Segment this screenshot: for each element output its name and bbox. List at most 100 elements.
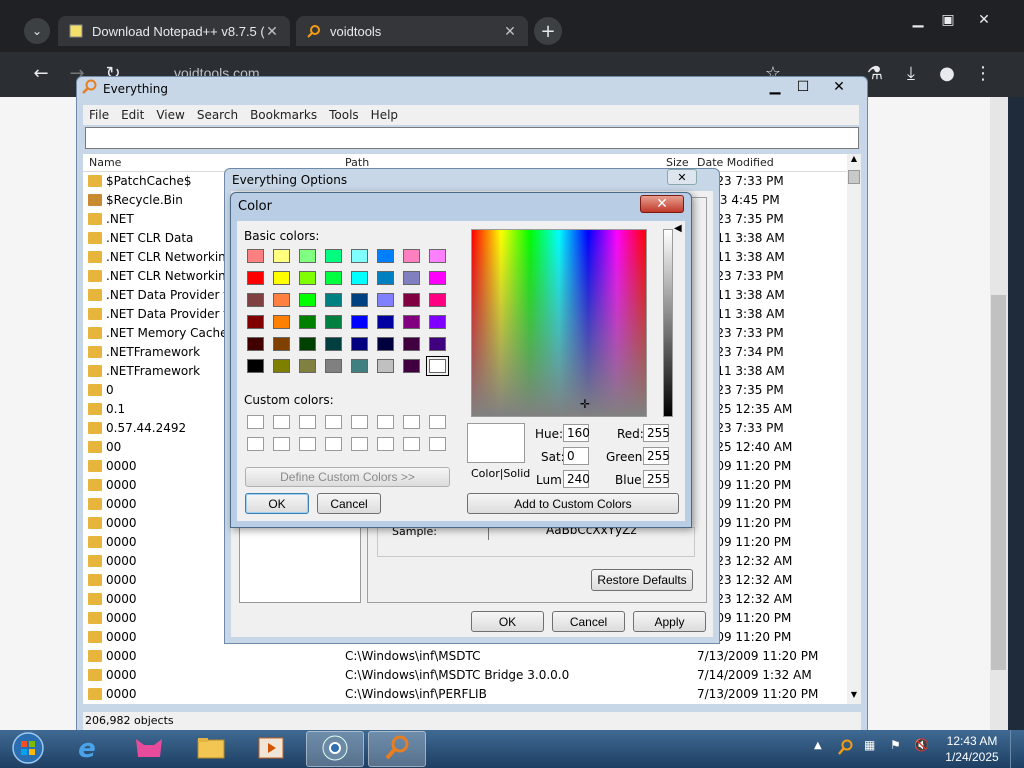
menu-view[interactable]: View [150,108,190,122]
tray-overflow-icon[interactable]: ▲ [814,740,828,758]
profile-button[interactable]: ● [934,60,960,86]
menu-bookmarks[interactable]: Bookmarks [244,108,323,122]
close-icon: ✕ [833,79,845,95]
results-scrollbar[interactable]: ▲ ▼ [847,154,861,704]
custom-color-swatch[interactable] [403,415,420,429]
folder-icon [88,650,102,662]
custom-color-swatch[interactable] [325,415,342,429]
luminosity-slider[interactable] [663,229,673,417]
taskbar-clock[interactable]: 12:43 AM 1/24/2025 [940,733,1004,765]
maximize-button[interactable]: ▣ [934,10,962,30]
blue-field[interactable]: 255 [643,470,670,488]
row-name: .NET [106,212,134,226]
hue-field[interactable]: 160 [563,424,590,442]
column-name[interactable]: Name [89,156,121,169]
lum-field[interactable]: 240 [563,470,590,488]
green-field[interactable]: 255 [643,447,670,465]
tab-close-icon[interactable]: ✕ [502,23,518,40]
color-spectrum[interactable] [471,229,647,417]
custom-color-swatch[interactable] [325,437,342,451]
restore-defaults-button[interactable]: Restore Defaults [591,569,693,591]
tab-close-icon[interactable]: ✕ [264,23,280,40]
row-name: .NETFramework [106,364,201,378]
custom-color-swatch[interactable] [351,415,368,429]
tab-notepadpp[interactable]: Download Notepad++ v8.7.5 ( ✕ [58,16,290,46]
row-name: 0000 [106,649,137,663]
table-row[interactable]: 0000 C:\Windows\inf\MSDTC Bridge 3.0.0.0 7… [83,666,847,685]
lum-label: Lum: [536,473,566,487]
page-scrollbar-thumb[interactable] [991,295,1006,670]
tab-search-button[interactable]: ⌄ [24,18,50,44]
table-row[interactable]: 0000 C:\Windows\inf\MSDTC 7/13/2009 11:20 … [83,647,847,666]
chrome-icon [321,734,349,765]
tab-voidtools[interactable]: voidtools ✕ [296,16,528,46]
scrollbar-thumb[interactable] [848,170,860,184]
ev-minimize-button[interactable]: ▁ [761,79,789,95]
custom-color-swatch[interactable] [273,415,290,429]
color-title: Color [238,199,272,214]
show-desktop-button[interactable] [1010,730,1024,768]
menu-button[interactable]: ⋮ [970,60,996,86]
menu-tools[interactable]: Tools [323,108,365,122]
taskbar-chrome[interactable] [306,731,364,767]
custom-color-swatch[interactable] [273,437,290,451]
menu-edit[interactable]: Edit [115,108,150,122]
row-name: 0000 [106,459,137,473]
menu-help[interactable]: Help [365,108,404,122]
ev-close-button[interactable]: ✕ [819,79,859,95]
color-cancel-button[interactable]: Cancel [317,493,381,514]
custom-color-swatch[interactable] [377,437,394,451]
scroll-up-icon[interactable]: ▲ [847,154,861,168]
tray-everything-icon[interactable] [836,738,854,758]
volume-muted-icon[interactable]: 🔇 [914,738,932,758]
folder-icon [88,574,102,586]
options-ok-button[interactable]: OK [471,611,544,632]
sat-field[interactable]: 0 [563,447,589,465]
row-name: 0000 [106,497,137,511]
close-button[interactable]: ✕ [964,10,1004,30]
red-field[interactable]: 255 [643,424,670,442]
start-button[interactable] [8,730,48,768]
options-close-button[interactable]: ✕ [667,169,697,185]
row-name: 0000 [106,554,137,568]
custom-color-swatch[interactable] [299,415,316,429]
scroll-down-icon[interactable]: ▼ [847,690,861,704]
action-center-flag-icon[interactable]: ⚑ [890,738,908,758]
custom-color-swatch[interactable] [429,437,446,451]
ev-maximize-button[interactable]: ☐ [789,79,817,95]
close-icon: ✕ [656,196,668,212]
custom-color-swatch[interactable] [299,437,316,451]
custom-color-swatch[interactable] [403,437,420,451]
custom-color-swatch[interactable] [247,415,264,429]
lum-arrow-icon[interactable]: ◀ [674,223,682,234]
define-custom-colors-button[interactable]: Define Custom Colors >> [245,467,450,487]
custom-color-swatch[interactable] [247,437,264,451]
color-ok-button[interactable]: OK [245,493,309,514]
taskbar-media[interactable] [242,731,300,767]
network-icon[interactable]: ▦ [864,738,882,758]
taskbar-everything[interactable] [368,731,426,767]
custom-color-swatch[interactable] [429,415,446,429]
menu-search[interactable]: Search [191,108,244,122]
folder-icon [88,270,102,282]
downloads-button[interactable]: ⤓ [898,60,924,86]
everything-icon [383,734,411,765]
taskbar-ie[interactable]: e [58,731,116,767]
back-button[interactable]: ← [28,60,54,86]
new-tab-button[interactable]: + [534,17,562,45]
search-input[interactable] [85,127,859,149]
window-title: Everything [103,81,168,96]
options-cancel-button[interactable]: Cancel [552,611,625,632]
notepadpp-favicon [68,23,84,39]
menu-file[interactable]: File [83,108,115,122]
table-row[interactable]: 0000 C:\Windows\inf\PERFLIB 7/13/2009 11:2… [83,685,847,704]
minimize-button[interactable]: ▁ [904,10,932,30]
color-close-button[interactable]: ✕ [640,195,684,213]
custom-color-swatch[interactable] [377,415,394,429]
taskbar-explorer[interactable] [182,731,240,767]
taskbar-app-pink[interactable] [120,731,178,767]
custom-color-swatch[interactable] [351,437,368,451]
folder-icon [88,479,102,491]
options-apply-button[interactable]: Apply [633,611,706,632]
add-to-custom-colors-button[interactable]: Add to Custom Colors [467,493,679,514]
